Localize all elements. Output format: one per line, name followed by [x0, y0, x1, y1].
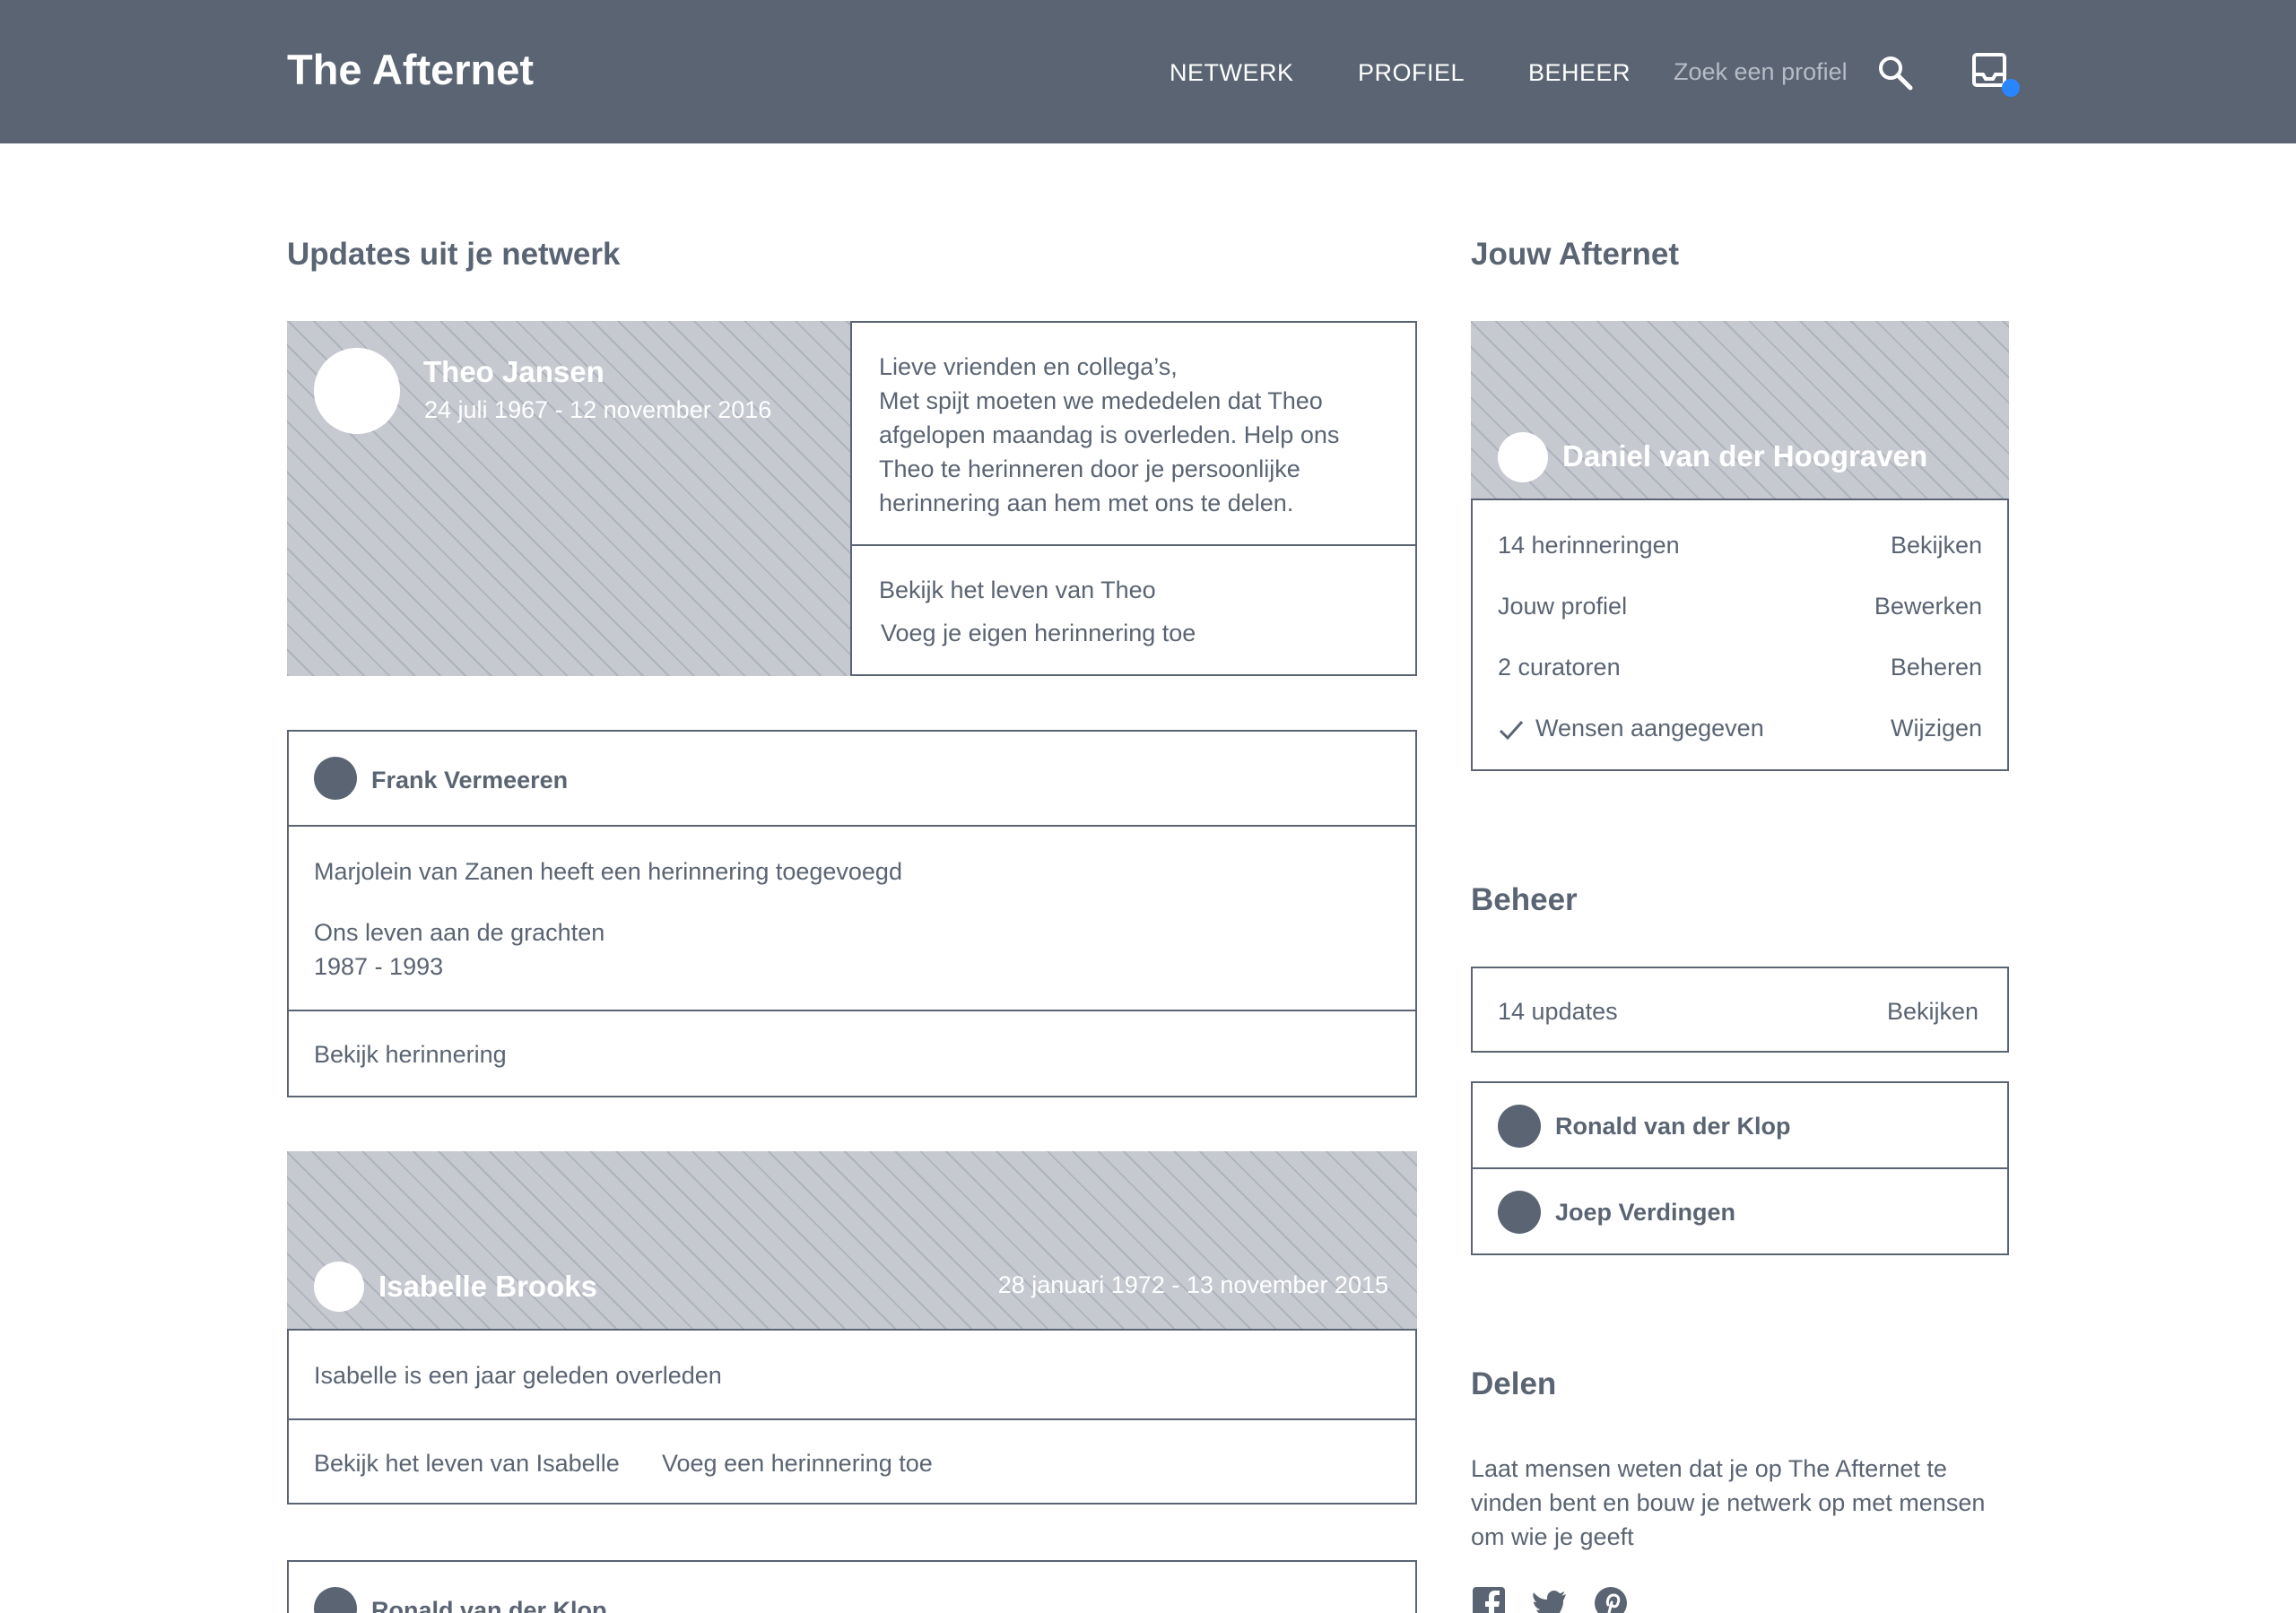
frank-name[interactable]: Frank Vermeeren	[371, 763, 568, 797]
nav-profiel[interactable]: PROFIEL	[1358, 59, 1465, 87]
edit-profile-link[interactable]: Bewerken	[1874, 589, 1982, 623]
check-icon	[1498, 716, 1525, 743]
divider	[287, 1010, 1417, 1011]
memory-title: Ons leven aan de grachten	[314, 919, 605, 946]
frank-activity: Marjolein van Zanen heeft een herinnerin…	[314, 858, 902, 885]
updates-count: 14 updates	[1498, 998, 1618, 1025]
list-item[interactable]: Joep Verdingen	[1555, 1195, 1735, 1229]
avatar	[314, 1262, 364, 1312]
theo-message-line: herinnering aan hem met ons te delen.	[879, 490, 1294, 516]
avatar	[1498, 1105, 1541, 1148]
avatar	[1498, 432, 1548, 482]
divider	[1471, 1167, 2009, 1169]
add-memory-theo-link[interactable]: Voeg je eigen herinnering toe	[881, 616, 1196, 650]
ronald-name[interactable]: Ronald van der Klop	[371, 1593, 607, 1613]
view-memory-link[interactable]: Bekijk herinnering	[314, 1037, 507, 1071]
isabelle-dates: 28 januari 1972 - 13 november 2015	[997, 1271, 1388, 1298]
theo-message-line: afgelopen maandag is overleden. Help ons	[879, 421, 1340, 448]
add-memory-isabelle-link[interactable]: Voeg een herinnering toe	[662, 1446, 933, 1480]
divider	[287, 825, 1417, 827]
isabelle-note: Isabelle is een jaar geleden overleden	[314, 1362, 722, 1389]
profile-name[interactable]: Daniel van der Hoograven	[1562, 439, 1927, 473]
curators-count: 2 curatoren	[1498, 654, 1621, 681]
share-text-line: om wie je geeft	[1471, 1523, 1634, 1550]
facebook-icon[interactable]	[1471, 1585, 1507, 1613]
view-life-theo-link[interactable]: Bekijk het leven van Theo	[879, 573, 1156, 607]
nav-beheer[interactable]: BEHEER	[1528, 59, 1631, 87]
theo-message-line: Lieve vrienden en collega’s,	[879, 353, 1178, 380]
profile-card-header	[1471, 321, 2009, 500]
view-memories-link[interactable]: Bekijken	[1891, 528, 1982, 562]
twitter-icon[interactable]	[1532, 1585, 1568, 1613]
logo[interactable]: The Afternet	[287, 45, 534, 94]
divider	[850, 544, 1417, 546]
notification-badge	[2002, 79, 2020, 97]
share-text-line: Laat mensen weten dat je op The Afternet…	[1471, 1455, 1947, 1482]
top-bar: The Afternet NETWERK PROFIEL BEHEER	[0, 0, 2296, 143]
divider	[287, 1418, 1417, 1420]
theo-name[interactable]: Theo Jansen	[423, 355, 604, 389]
list-item[interactable]: Ronald van der Klop	[1555, 1109, 1791, 1143]
pinterest-icon[interactable]	[1593, 1585, 1629, 1613]
feed-title: Updates uit je netwerk	[287, 237, 621, 272]
theo-message-line: Theo te herinneren door je persoonlijke	[879, 455, 1300, 482]
theo-dates: 24 juli 1967 - 12 november 2016	[424, 396, 772, 423]
nav-netwerk[interactable]: NETWERK	[1170, 59, 1294, 87]
manage-curators-link[interactable]: Beheren	[1891, 650, 1982, 684]
share-text-line: vinden bent en bouw je netwerk op met me…	[1471, 1489, 1986, 1516]
view-life-isabelle-link[interactable]: Bekijk het leven van Isabelle	[314, 1446, 620, 1480]
avatar	[314, 348, 400, 434]
change-wishes-link[interactable]: Wijzigen	[1891, 711, 1982, 745]
avatar	[1498, 1191, 1541, 1234]
memories-count: 14 herinneringen	[1498, 532, 1680, 559]
view-updates-link[interactable]: Bekijken	[1887, 994, 1979, 1028]
memory-years: 1987 - 1993	[314, 953, 444, 980]
isabelle-name[interactable]: Isabelle Brooks	[378, 1270, 597, 1304]
theo-message-line: Met spijt moeten we mededelen dat Theo	[879, 387, 1323, 414]
delen-title: Delen	[1471, 1366, 1557, 1401]
profile-label: Jouw profiel	[1498, 593, 1628, 620]
afternet-title: Jouw Afternet	[1471, 237, 1680, 272]
beheer-title: Beheer	[1471, 882, 1578, 917]
avatar	[314, 757, 357, 800]
isabelle-card-header	[287, 1151, 1417, 1331]
search-icon[interactable]	[1876, 54, 1914, 91]
wishes-label: Wensen aangegeven	[1535, 715, 1764, 741]
search-input[interactable]	[1674, 52, 1880, 91]
